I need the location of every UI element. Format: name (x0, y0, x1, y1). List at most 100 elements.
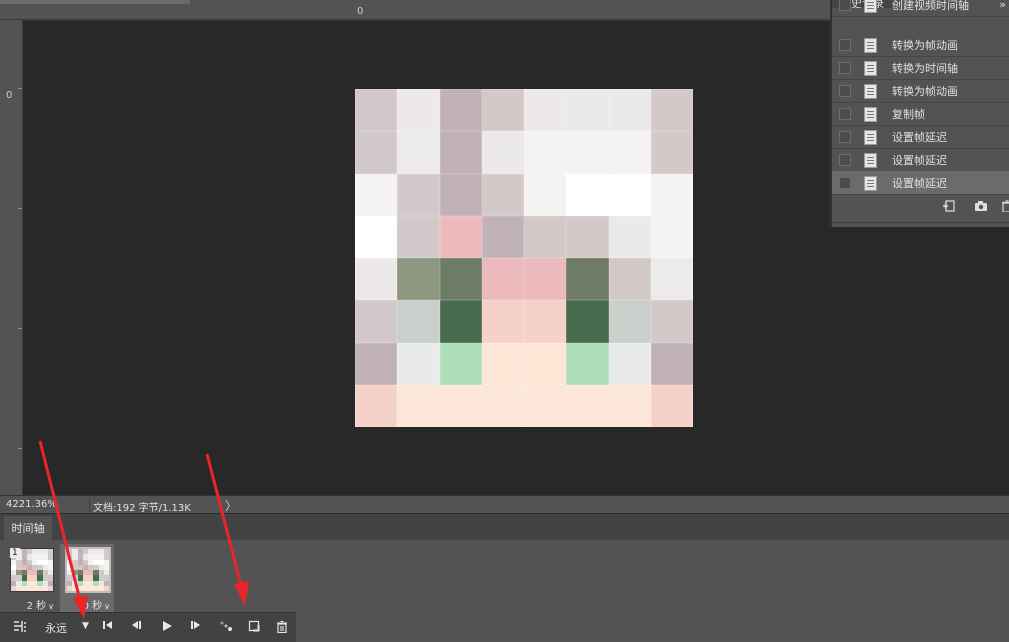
duplicate-frame-icon[interactable] (248, 620, 260, 634)
pixel (566, 131, 609, 174)
next-frame-icon[interactable] (190, 620, 202, 634)
history-item-label: 复制帧 (892, 108, 925, 121)
loop-options-dropdown[interactable]: 永远 (45, 620, 67, 636)
pixel (524, 173, 567, 216)
history-source-checkbox[interactable] (839, 177, 851, 189)
history-source-checkbox[interactable] (839, 39, 851, 51)
timeline-toolbar: 永远 ▼ (0, 612, 296, 642)
history-item[interactable]: 设置帧延迟 (832, 171, 1009, 195)
pixel (355, 300, 398, 343)
camera-icon[interactable] (974, 200, 988, 212)
history-item-label: 设置帧延迟 (892, 154, 947, 167)
history-footer (832, 194, 1009, 220)
new-snapshot-icon[interactable] (942, 200, 956, 212)
pixel (481, 89, 524, 132)
timeline-toolbar-empty (296, 612, 1009, 641)
pixel (481, 384, 524, 427)
pixel (439, 131, 482, 174)
pixel (608, 384, 651, 427)
trash-icon[interactable] (276, 620, 288, 634)
history-item[interactable]: 设置帧延迟 (832, 148, 1009, 172)
zoom-level-field[interactable]: 4221.36% (6, 499, 57, 510)
pixel (355, 173, 398, 216)
pixel (650, 89, 693, 132)
pixel (566, 215, 609, 258)
pixel (566, 258, 609, 301)
pixel (481, 342, 524, 385)
pixel (439, 342, 482, 385)
history-item[interactable]: 设置帧延迟 (832, 125, 1009, 149)
first-frame-icon[interactable] (102, 620, 114, 634)
chevron-down-icon[interactable]: ▼ (82, 621, 89, 631)
ruler-tick (18, 88, 22, 89)
frame-thumbnail (65, 547, 111, 593)
pixel-art-canvas[interactable] (355, 89, 693, 427)
history-source-checkbox[interactable] (839, 85, 851, 97)
pixel (481, 173, 524, 216)
pixel (397, 258, 440, 301)
history-item-label: 转换为帧动画 (892, 85, 958, 98)
chevron-down-icon: ∨ (104, 602, 110, 611)
history-source-checkbox[interactable] (839, 154, 851, 166)
pixel (397, 384, 440, 427)
pixel (355, 384, 398, 427)
history-source-checkbox[interactable] (839, 131, 851, 143)
history-source-checkbox[interactable] (839, 62, 851, 74)
trash-icon[interactable] (1000, 200, 1009, 213)
pixel (439, 300, 482, 343)
pixel (481, 300, 524, 343)
history-source-checkbox[interactable] (839, 108, 851, 120)
history-panel: 历史记录 » 创建视频时间轴 转换为帧动画 转换为时间轴 转换为帧动画 复制帧 设置帧延迟… (831, 0, 1009, 227)
tween-icon[interactable] (219, 620, 233, 634)
document-icon (864, 0, 877, 13)
pixel (608, 342, 651, 385)
frame-delay-dropdown[interactable]: 2 秒 ∨ (8, 597, 54, 612)
document-info: 文档:192 字节/1.13K (93, 503, 191, 514)
pixel (481, 258, 524, 301)
history-source-checkbox[interactable] (839, 0, 851, 11)
chevron-down-icon: ∨ (48, 602, 54, 611)
status-menu-arrow-icon[interactable]: 〉 (225, 497, 237, 514)
horizontal-scroll-thumb[interactable] (0, 0, 190, 4)
pixel (524, 131, 567, 174)
left-ruler: 0 (0, 20, 23, 495)
pixel (566, 300, 609, 343)
history-item[interactable]: 转换为时间轴 (832, 56, 1009, 80)
play-icon[interactable] (161, 620, 173, 634)
pixel (608, 258, 651, 301)
pixel (650, 131, 693, 174)
pixel (524, 384, 567, 427)
timeline-tab[interactable]: 时间轴 (4, 516, 52, 541)
frame-delay-value: 0 秒 (82, 601, 103, 612)
pixel (608, 173, 651, 216)
pixel (650, 300, 693, 343)
pixel (650, 215, 693, 258)
pixel (397, 173, 440, 216)
history-item-label: 转换为帧动画 (892, 39, 958, 52)
history-item[interactable]: 复制帧 (832, 102, 1009, 126)
previous-frame-icon[interactable] (130, 620, 142, 634)
pixel (524, 342, 567, 385)
frame-delay-dropdown[interactable]: 0 秒 ∨ (64, 597, 110, 612)
pixel (524, 215, 567, 258)
document-icon (864, 130, 877, 145)
panel-resize-grip[interactable] (832, 222, 1009, 226)
history-item-label: 设置帧延迟 (892, 131, 947, 144)
left-ruler-zero-label: 0 (6, 90, 13, 101)
history-item[interactable]: 转换为帧动画 (832, 79, 1009, 103)
pixel (397, 131, 440, 174)
animation-frame-1[interactable]: 1 2 秒 ∨ (8, 546, 54, 612)
pixel (608, 300, 651, 343)
history-item[interactable]: 创建视频时间轴 (832, 0, 1009, 17)
pixel (481, 215, 524, 258)
convert-timeline-icon[interactable] (13, 620, 27, 634)
pixel (397, 215, 440, 258)
pixel (650, 258, 693, 301)
animation-frame-2[interactable]: 0 秒 ∨ (60, 544, 114, 614)
document-icon (864, 61, 877, 76)
pixel (355, 131, 398, 174)
document-icon (864, 176, 877, 191)
pixel (524, 89, 567, 132)
pixel (566, 173, 609, 216)
history-item[interactable]: 转换为帧动画 (832, 33, 1009, 57)
